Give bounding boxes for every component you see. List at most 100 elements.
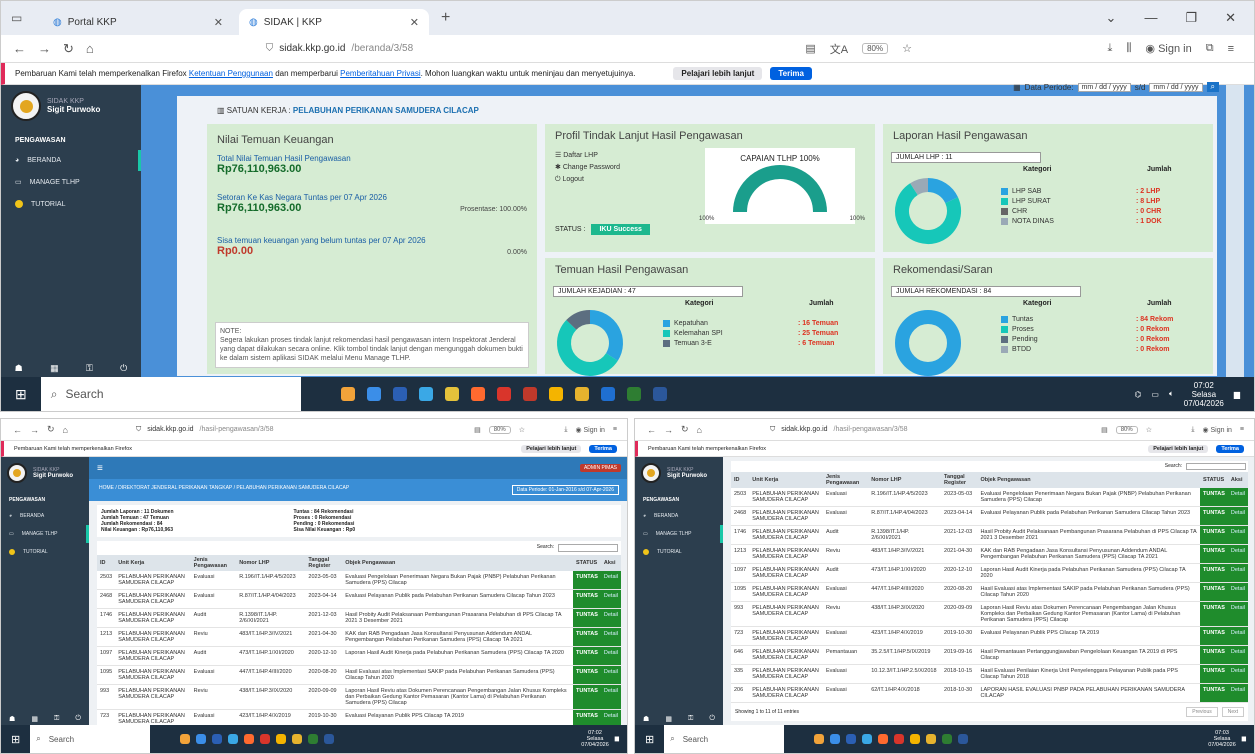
sidebar-item-tutorial[interactable]: TUTORIAL	[635, 543, 723, 561]
menu-icon[interactable]: ≡	[613, 426, 617, 434]
app-icon[interactable]	[444, 387, 459, 401]
new-tab-icon[interactable]: +	[435, 9, 450, 27]
app-icon[interactable]	[196, 734, 207, 744]
periode-to-input[interactable]: mm / dd / yyyy	[1149, 82, 1203, 92]
folder-icon[interactable]	[292, 734, 303, 744]
account-icon[interactable]: ◉ Sign in	[1145, 42, 1191, 55]
home-icon[interactable]: ⌂	[86, 41, 94, 56]
column-header[interactable]: Unit Kerja	[115, 555, 191, 571]
volume-icon[interactable]: 🔈︎	[1169, 389, 1174, 399]
accept-button[interactable]: Terima	[589, 444, 617, 453]
search-input[interactable]	[558, 544, 618, 552]
column-header[interactable]: STATUS	[573, 555, 601, 571]
app-icon[interactable]	[862, 734, 873, 744]
learn-more-button[interactable]: Pelajari lebih lanjut	[673, 67, 763, 80]
accept-button[interactable]: Terima	[1216, 444, 1244, 453]
column-header[interactable]: Jenis Pengawasan	[190, 555, 237, 571]
url-field[interactable]: ⛉ sidak.kkp.go.id/beranda/3/58	[266, 43, 413, 54]
translate-icon[interactable]: 文A	[830, 41, 848, 57]
windows-start-icon[interactable]: ⊞	[1, 386, 41, 403]
privacy-link[interactable]: Pemberitahuan Privasi	[340, 69, 420, 78]
star-icon[interactable]: ☆	[902, 42, 912, 55]
windows-start-icon[interactable]: ⊞	[1, 733, 30, 746]
url-field[interactable]: ⛉ sidak.kkp.go.id/hasil-pengawasan/3/58	[770, 426, 908, 434]
column-header[interactable]: Aksi	[600, 555, 621, 571]
zoom-level[interactable]: 80%	[488, 425, 511, 434]
taskbar-search[interactable]: ⌕ Search	[664, 725, 785, 753]
column-header[interactable]: STATUS	[1200, 472, 1228, 488]
column-header[interactable]: Unit Kerja	[749, 472, 823, 488]
link-change-password[interactable]: ✱ Change Password	[555, 162, 620, 174]
detail-link[interactable]: Detail	[1227, 582, 1248, 602]
column-header[interactable]: Tanggal Register	[941, 472, 978, 488]
detail-link[interactable]: Detail	[600, 627, 621, 647]
close-icon[interactable]: ✕	[214, 16, 223, 29]
folder-icon[interactable]	[926, 734, 937, 744]
search-icon[interactable]: ⌕	[1206, 82, 1219, 92]
detail-link[interactable]: Detail	[1227, 601, 1248, 627]
account-icon[interactable]: ◉ Sign in	[1202, 426, 1231, 434]
forward-icon[interactable]: →	[664, 425, 673, 435]
periode-filter[interactable]: Data Periode: 01-Jan-2016 s/d 07-Apr-202…	[511, 485, 619, 495]
column-header[interactable]: Objek Pengawasan	[342, 555, 573, 571]
reload-icon[interactable]: ↻	[681, 424, 689, 435]
hamburger-icon[interactable]: ≡	[97, 463, 103, 474]
firefox-icon[interactable]	[470, 387, 485, 401]
firefox-icon[interactable]	[878, 734, 889, 744]
detail-link[interactable]: Detail	[1227, 525, 1248, 545]
learn-more-button[interactable]: Pelajari lebih lanjut	[521, 444, 582, 453]
detail-link[interactable]: Detail	[600, 665, 621, 685]
excel-icon[interactable]	[308, 734, 319, 744]
detail-link[interactable]: Detail	[1227, 664, 1248, 684]
app-icon[interactable]	[212, 734, 223, 744]
user-chip[interactable]: ADMIN PIMAS	[579, 464, 621, 472]
star-icon[interactable]: ☆	[1146, 426, 1152, 434]
taskbar-search[interactable]: ⌕ Search	[30, 725, 151, 753]
next-page-button[interactable]: Next	[1221, 707, 1244, 717]
menu-icon[interactable]: ≡	[1240, 426, 1244, 434]
firefox-icon[interactable]	[244, 734, 255, 744]
notification-icon[interactable]: ▆	[615, 736, 619, 742]
sidebar-item-beranda[interactable]: ◕ BERANDA	[635, 507, 723, 525]
reader-icon[interactable]: ▤	[1101, 426, 1108, 434]
column-header[interactable]: Nomor LHP	[868, 472, 942, 488]
tab-portal-kkp[interactable]: ◍ Portal KKP ✕	[43, 9, 233, 35]
zoom-level[interactable]: 80%	[1115, 425, 1138, 434]
column-header[interactable]: Aksi	[1227, 472, 1248, 488]
sidebar-item-beranda[interactable]: ◕ BERANDA	[1, 150, 141, 171]
detail-link[interactable]: Detail	[1227, 645, 1248, 665]
sidebar-item-manage-tlhp[interactable]: ▭ MANAGE TLHP	[1, 171, 141, 193]
tab-sidak[interactable]: ◍ SIDAK | KKP ✕	[239, 9, 429, 35]
sidebar-item-manage-tlhp[interactable]: ▭ MANAGE TLHP	[635, 525, 723, 543]
extensions-icon[interactable]: ⧉	[1206, 42, 1214, 55]
detail-link[interactable]: Detail	[1227, 488, 1248, 507]
word-icon[interactable]	[324, 734, 335, 744]
column-header[interactable]: Tanggal Register	[305, 555, 343, 571]
reload-icon[interactable]: ↻	[47, 424, 55, 435]
chrome-icon[interactable]	[910, 734, 921, 744]
detail-link[interactable]: Detail	[600, 571, 621, 590]
terms-link[interactable]: Ketentuan Penggunaan	[189, 69, 273, 78]
forward-icon[interactable]: →	[30, 425, 39, 435]
menu-icon[interactable]: ≡	[1228, 43, 1234, 55]
detail-link[interactable]: Detail	[600, 589, 621, 609]
forward-icon[interactable]: →	[38, 41, 51, 56]
pdf-icon[interactable]	[496, 387, 511, 401]
home-icon[interactable]: ⌂	[697, 425, 702, 435]
library-icon[interactable]: ⫼	[1126, 42, 1131, 55]
word-icon[interactable]	[652, 387, 667, 401]
detail-link[interactable]: Detail	[600, 646, 621, 666]
excel-icon[interactable]	[942, 734, 953, 744]
notification-icon[interactable]: ▆	[1242, 736, 1246, 742]
app-icon[interactable]	[830, 734, 841, 744]
app-icon[interactable]	[180, 734, 191, 744]
detail-link[interactable]: Detail	[1227, 544, 1248, 564]
column-header[interactable]: Jenis Pengawasan	[822, 472, 869, 488]
app-icon[interactable]	[814, 734, 825, 744]
battery-icon[interactable]: ▭	[1151, 390, 1159, 399]
sidebar-item-manage-tlhp[interactable]: ▭ MANAGE TLHP	[1, 525, 89, 543]
app-icon[interactable]	[600, 387, 615, 401]
detail-link[interactable]: Detail	[1227, 683, 1248, 703]
sidebar-item-tutorial[interactable]: TUTORIAL	[1, 543, 89, 561]
close-window-icon[interactable]: ✕	[1225, 10, 1236, 26]
